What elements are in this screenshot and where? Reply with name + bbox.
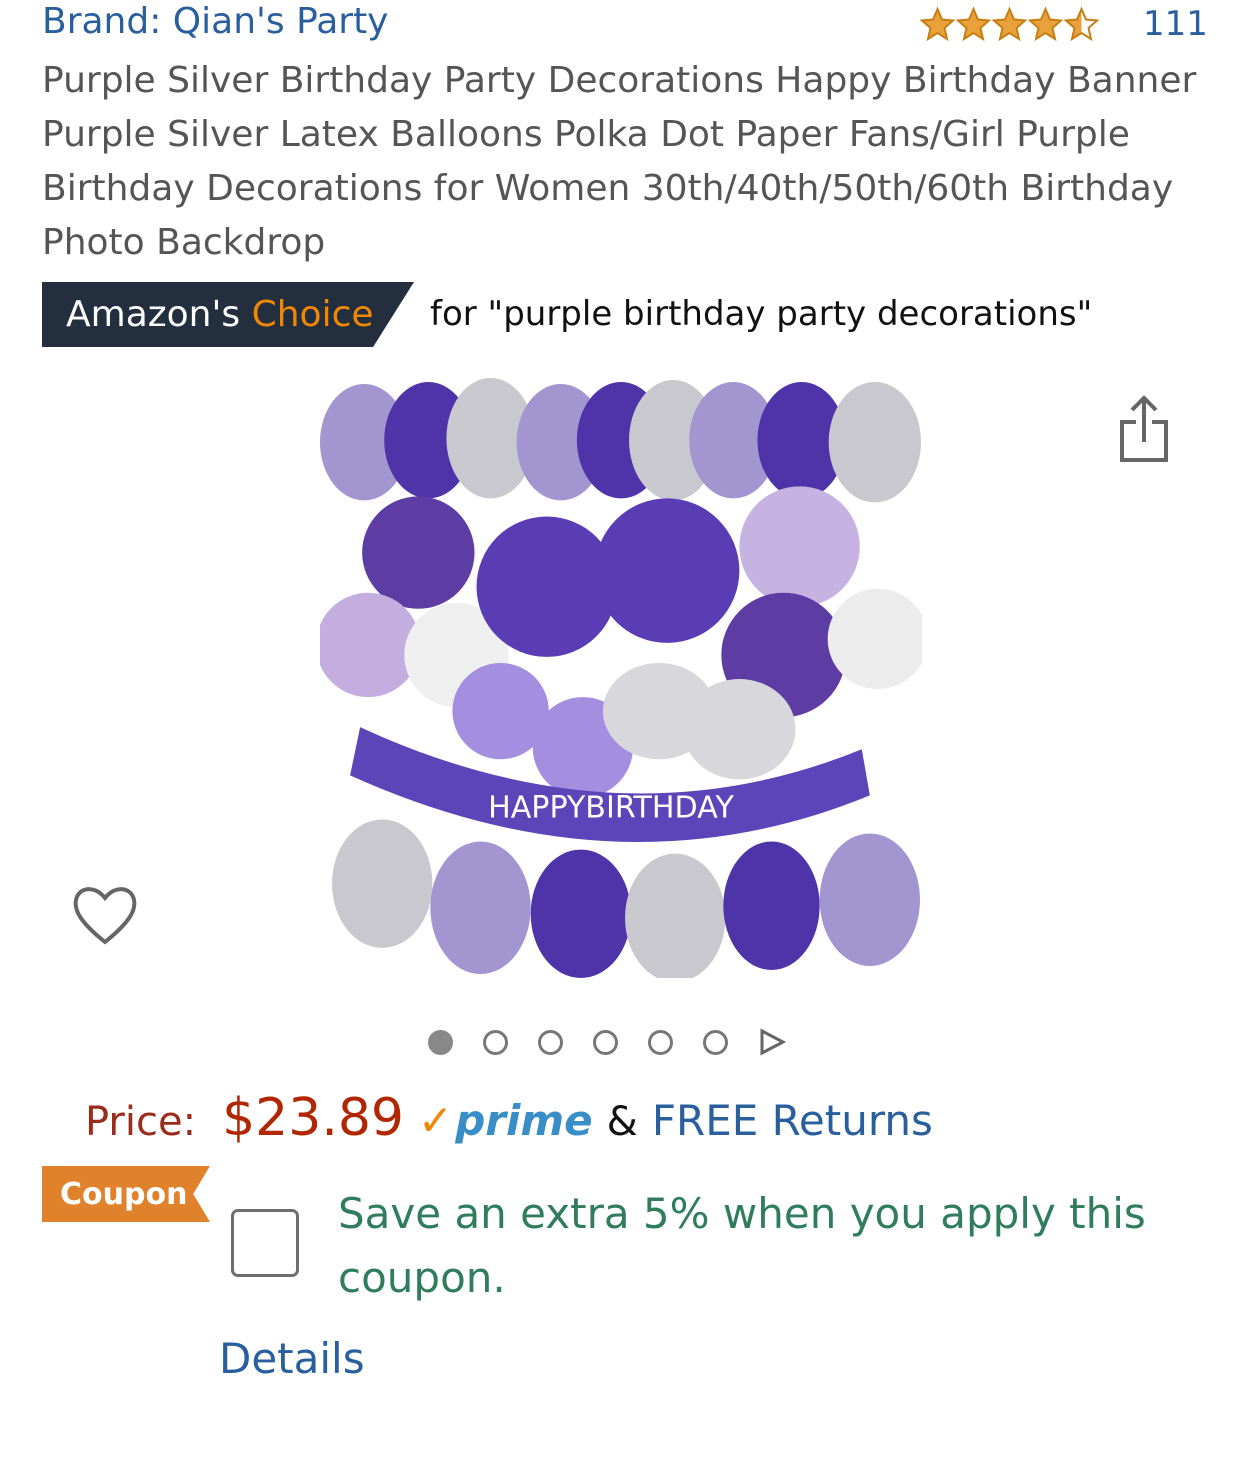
amazons-choice-badge: Amazon's Choice xyxy=(42,282,414,347)
carousel-dot[interactable] xyxy=(428,1029,453,1055)
coupon-checkbox[interactable] xyxy=(231,1209,299,1277)
choice-keyword: for "purple birthday party decorations" xyxy=(430,294,1093,334)
free-returns-link[interactable]: FREE Returns xyxy=(652,1096,933,1145)
carousel-dot[interactable] xyxy=(648,1029,673,1055)
star-rating xyxy=(920,6,1099,42)
star-icon xyxy=(1028,6,1063,41)
star-icon xyxy=(920,6,955,41)
price-row: Price: $23.89 ✓ prime & FREE Returns xyxy=(85,1088,933,1148)
prime-check-icon: ✓ xyxy=(418,1096,454,1145)
carousel-dot[interactable] xyxy=(483,1029,508,1055)
next-arrow-icon[interactable] xyxy=(758,1028,786,1056)
prime-badge: ✓ prime xyxy=(418,1096,593,1145)
rating[interactable]: 111 xyxy=(920,2,1208,46)
choice-badge-label: Amazon's Choice xyxy=(66,294,374,335)
carousel-dot[interactable] xyxy=(538,1029,563,1055)
heart-icon[interactable] xyxy=(70,882,140,948)
prime-label: prime xyxy=(455,1096,593,1145)
review-count[interactable]: 111 xyxy=(1143,2,1208,46)
coupon-details-link[interactable]: Details xyxy=(219,1334,365,1383)
carousel-dot[interactable] xyxy=(593,1029,618,1055)
product-title: Purple Silver Birthday Party Decorations… xyxy=(42,60,1197,263)
top-balloons xyxy=(320,378,921,503)
brand-link[interactable]: Brand: Qian's Party xyxy=(42,0,388,44)
ampersand: & xyxy=(606,1099,638,1145)
price-value: $23.89 xyxy=(222,1088,405,1148)
star-icon xyxy=(992,6,1027,41)
coupon-badge-label: Coupon xyxy=(60,1176,188,1212)
coupon-badge: Coupon xyxy=(42,1166,210,1222)
carousel-indicators xyxy=(428,1028,786,1056)
price-label: Price: xyxy=(85,1099,197,1145)
share-icon[interactable] xyxy=(1114,394,1174,464)
star-icon xyxy=(1064,6,1099,41)
carousel-dot[interactable] xyxy=(703,1029,728,1055)
banner-text: HAPPYBIRTHDAY xyxy=(488,790,734,825)
star-icon xyxy=(956,6,991,41)
product-image[interactable]: HAPPYBIRTHDAY xyxy=(320,376,922,978)
coupon-text: Save an extra 5% when you apply this cou… xyxy=(338,1189,1146,1302)
